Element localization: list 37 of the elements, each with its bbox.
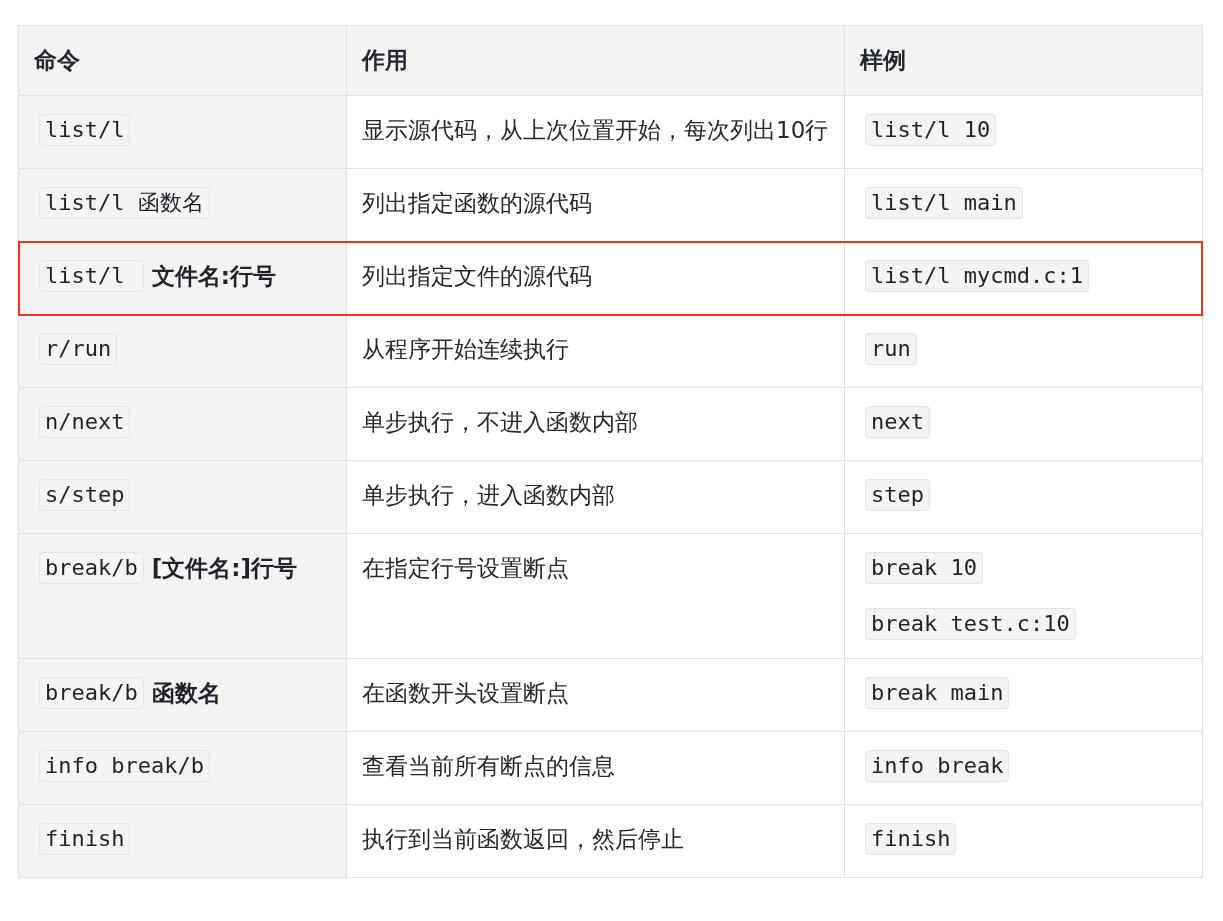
code-snippet: step <box>865 479 930 511</box>
cell-text: 列出指定函数的源代码 <box>362 189 593 218</box>
code-snippet: r/run <box>39 333 118 365</box>
code-snippet: break/b <box>39 552 144 584</box>
cell-text: 执行到当前函数返回，然后停止 <box>362 825 685 854</box>
code-snippet: list/l <box>39 260 144 292</box>
bold-text: 文件名:行号 <box>151 262 276 291</box>
code-snippet: break/b <box>39 677 144 709</box>
code-snippet: run <box>865 333 917 365</box>
code-snippet: list/l 10 <box>865 114 997 146</box>
code-snippet: list/l mycmd.c:1 <box>865 260 1089 292</box>
code-snippet: list/l <box>39 114 131 146</box>
code-snippet: next <box>865 406 930 438</box>
table-header-cell: 样例 <box>845 26 1203 96</box>
table-header-cell: 命令 <box>19 26 347 96</box>
cell-text: 在指定行号设置断点 <box>362 554 570 583</box>
code-snippet: info break <box>865 750 1010 782</box>
code-snippet: list/l main <box>865 187 1023 219</box>
code-snippet: finish <box>865 823 957 855</box>
code-snippet: break main <box>865 677 1010 709</box>
bold-text: [文件名:]行号 <box>151 554 297 583</box>
bold-text: 函数名 <box>151 679 221 708</box>
cell-text: 从程序开始连续执行 <box>362 335 570 364</box>
code-snippet: s/step <box>39 479 131 511</box>
cell-text: 单步执行，进入函数内部 <box>362 481 616 510</box>
cell-text: 显示源代码，从上次位置开始，每次列出10行 <box>362 116 829 145</box>
cell-text: 查看当前所有断点的信息 <box>362 752 616 781</box>
code-snippet: finish <box>39 823 131 855</box>
table-header-cell: 作用 <box>347 26 845 96</box>
code-snippet: info break/b <box>39 750 210 782</box>
code-snippet: break 10 <box>865 552 983 584</box>
code-snippet: break test.c:10 <box>865 608 1076 640</box>
cell-text: 在函数开头设置断点 <box>362 679 570 708</box>
code-snippet: n/next <box>39 406 131 438</box>
cell-text: 单步执行，不进入函数内部 <box>362 408 639 437</box>
cell-text: 列出指定文件的源代码 <box>362 262 593 291</box>
code-snippet: list/l 函数名 <box>39 187 210 219</box>
